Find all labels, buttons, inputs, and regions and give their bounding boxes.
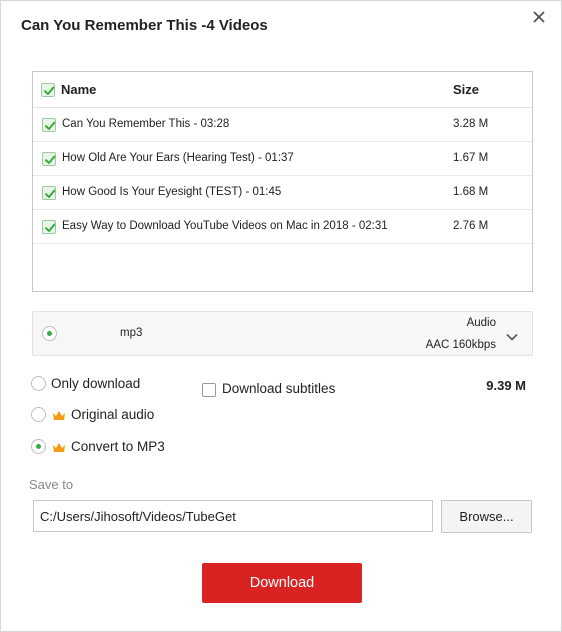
video-title: How Good Is Your Eyesight (TEST) - 01:45 bbox=[62, 186, 282, 198]
row-checkbox[interactable] bbox=[42, 152, 56, 166]
video-title: Can You Remember This - 03:28 bbox=[62, 118, 230, 130]
select-all-checkbox[interactable] bbox=[41, 83, 55, 97]
video-size: 1.67 M bbox=[453, 152, 489, 164]
chevron-down-icon[interactable] bbox=[505, 329, 519, 347]
video-size: 3.28 M bbox=[453, 118, 489, 130]
convert-mp3-radio[interactable] bbox=[31, 439, 46, 454]
original-audio-label[interactable]: Original audio bbox=[71, 407, 154, 422]
download-button[interactable]: Download bbox=[202, 563, 362, 603]
format-type: Audio bbox=[466, 317, 496, 329]
format-selector[interactable]: mp3 Audio AAC 160kbps bbox=[32, 311, 533, 356]
crown-icon bbox=[52, 409, 66, 427]
only-download-radio[interactable] bbox=[31, 376, 46, 391]
save-to-label: Save to bbox=[29, 477, 74, 492]
video-list: Name Size Can You Remember This - 03:28 … bbox=[32, 71, 533, 292]
row-checkbox[interactable] bbox=[42, 186, 56, 200]
format-quality: AAC 160kbps bbox=[425, 339, 496, 351]
format-radio[interactable] bbox=[42, 326, 57, 341]
download-dialog: Can You Remember This -4 Videos Name Siz… bbox=[0, 0, 562, 632]
list-item[interactable]: How Old Are Your Ears (Hearing Test) - 0… bbox=[33, 142, 532, 176]
browse-button[interactable]: Browse... bbox=[441, 500, 532, 533]
list-item[interactable]: Easy Way to Download YouTube Videos on M… bbox=[33, 210, 532, 244]
video-title: Easy Way to Download YouTube Videos on M… bbox=[62, 220, 388, 232]
dialog-title: Can You Remember This -4 Videos bbox=[21, 17, 268, 34]
column-header-size[interactable]: Size bbox=[453, 82, 479, 97]
video-size: 2.76 M bbox=[453, 220, 489, 232]
convert-mp3-label[interactable]: Convert to MP3 bbox=[71, 439, 165, 454]
only-download-label[interactable]: Only download bbox=[51, 376, 140, 391]
close-icon[interactable] bbox=[531, 9, 547, 25]
download-subtitles-label[interactable]: Download subtitles bbox=[222, 381, 335, 396]
list-item[interactable]: Can You Remember This - 03:28 3.28 M bbox=[33, 108, 532, 142]
download-subtitles-checkbox[interactable] bbox=[202, 383, 216, 397]
total-size: 9.39 M bbox=[486, 378, 526, 393]
column-header-name[interactable]: Name bbox=[61, 82, 96, 97]
list-item[interactable]: How Good Is Your Eyesight (TEST) - 01:45… bbox=[33, 176, 532, 210]
save-path-input[interactable] bbox=[33, 500, 433, 532]
row-checkbox[interactable] bbox=[42, 220, 56, 234]
format-name: mp3 bbox=[120, 327, 143, 339]
crown-icon bbox=[52, 441, 66, 459]
video-title: How Old Are Your Ears (Hearing Test) - 0… bbox=[62, 152, 294, 164]
video-size: 1.68 M bbox=[453, 186, 489, 198]
row-checkbox[interactable] bbox=[42, 118, 56, 132]
original-audio-radio[interactable] bbox=[31, 407, 46, 422]
list-header: Name Size bbox=[33, 72, 532, 108]
